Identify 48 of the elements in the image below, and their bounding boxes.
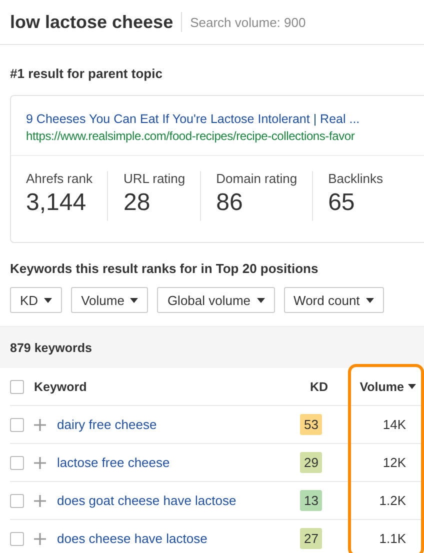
keyword-count: 879 keywords bbox=[10, 340, 92, 354]
kd-badge: 29 bbox=[300, 452, 322, 473]
column-header[interactable]: Volume bbox=[350, 380, 424, 394]
volume-cell-text: 1.2K bbox=[378, 493, 407, 508]
stat-value: 3,144 bbox=[26, 189, 88, 217]
stat-label: Backlinks bbox=[328, 171, 383, 186]
filter-dropdown[interactable]: KD bbox=[10, 287, 62, 313]
section-heading: Keywords this result ranks for in Top 20 positions bbox=[9, 260, 320, 278]
keyword-link[interactable]: lactose free cheese bbox=[57, 455, 300, 470]
filter-dropdown[interactable]: Word count bbox=[284, 287, 384, 313]
row-checkbox[interactable] bbox=[10, 418, 24, 432]
kd-badge: 27 bbox=[300, 528, 322, 549]
section-heading: #1 result for parent topic bbox=[9, 65, 164, 83]
plus-icon[interactable] bbox=[34, 532, 46, 544]
stat-value: 65 bbox=[328, 189, 356, 217]
keyword-link[interactable]: dairy free cheese bbox=[57, 417, 300, 432]
plus-icon[interactable] bbox=[34, 418, 46, 430]
volume-cell-text: 1.1K bbox=[378, 531, 407, 546]
plus-icon[interactable] bbox=[34, 456, 46, 468]
stat-label: Domain rating bbox=[216, 171, 298, 186]
stat-label: Ahrefs rank bbox=[26, 171, 92, 186]
filter-dropdown[interactable]: Volume bbox=[71, 287, 148, 313]
kd-badge: 53 bbox=[300, 414, 322, 435]
select-all-checkbox[interactable] bbox=[10, 380, 24, 394]
row-checkbox[interactable] bbox=[10, 456, 24, 470]
row-checkbox[interactable] bbox=[10, 532, 24, 546]
stat-value: 28 bbox=[123, 189, 152, 217]
stat-value: 86 bbox=[216, 189, 244, 217]
keyword-link[interactable]: does goat cheese have lactose bbox=[57, 493, 300, 508]
volume-cell-text: 14K bbox=[382, 417, 407, 432]
plus-icon[interactable] bbox=[34, 494, 46, 506]
caret-icon bbox=[366, 298, 374, 302]
caret-icon bbox=[256, 298, 265, 302]
search-volume: Search volume: 900 bbox=[190, 14, 306, 30]
filter-dropdown[interactable]: Global volume bbox=[157, 287, 275, 313]
caret-icon bbox=[44, 298, 52, 302]
stat-label: URL rating bbox=[123, 171, 186, 186]
column-header[interactable]: Keyword bbox=[34, 380, 310, 394]
kd-badge: 13 bbox=[300, 490, 322, 511]
caret-icon bbox=[130, 298, 138, 302]
column-header[interactable]: KD bbox=[310, 380, 350, 394]
volume-cell-text: 12K bbox=[382, 455, 407, 470]
sort-caret-icon bbox=[408, 384, 416, 389]
keyword-title: low lactose cheese bbox=[10, 12, 182, 32]
row-checkbox[interactable] bbox=[10, 494, 24, 508]
keyword-link[interactable]: does cheese have lactose bbox=[57, 531, 300, 546]
result-url: https://www.realsimple.com/food-recipes/recipe-collections-favor bbox=[26, 128, 356, 145]
result-title-link[interactable]: 9 Cheeses You Can Eat If You're Lactose Intolerant | Real ... bbox=[26, 110, 424, 128]
